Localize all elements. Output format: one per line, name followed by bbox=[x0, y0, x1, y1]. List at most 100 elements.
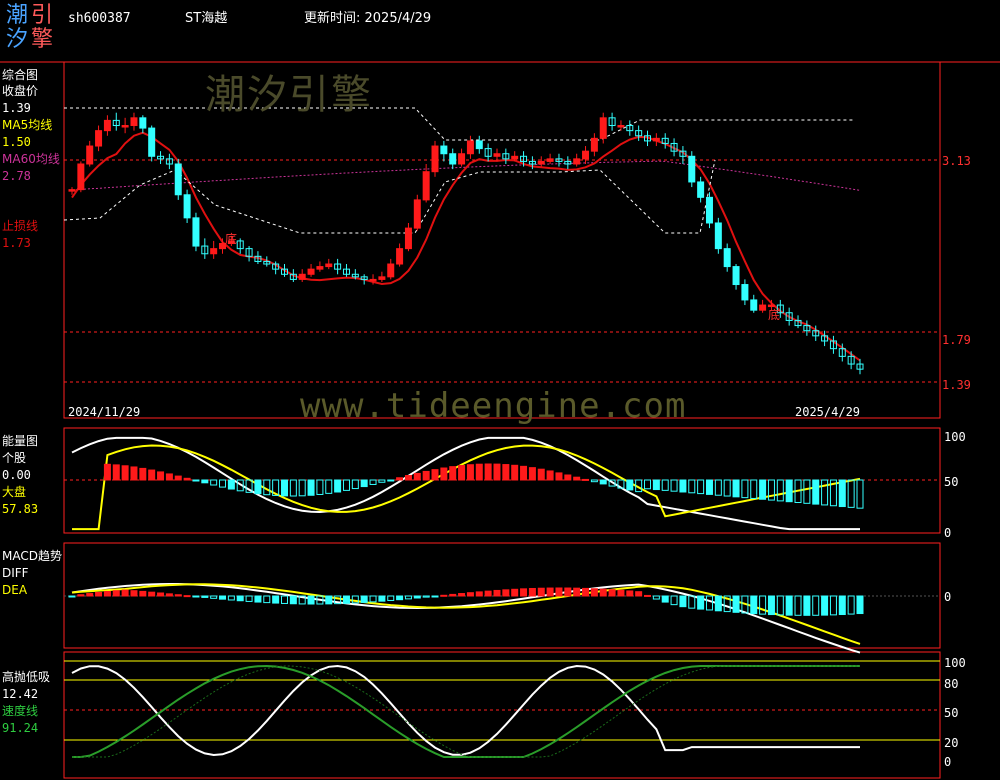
macd-bar bbox=[342, 595, 350, 604]
macd-bar bbox=[803, 595, 811, 616]
macd-bar bbox=[714, 595, 722, 612]
energy-bar bbox=[360, 479, 368, 488]
p4-tick-50: 50 bbox=[944, 706, 959, 720]
p2-tick-100: 100 bbox=[944, 430, 966, 444]
energy-bar bbox=[564, 474, 572, 481]
price-tick-1: 3.13 bbox=[942, 154, 971, 168]
candle-body bbox=[750, 299, 758, 311]
macd-bar bbox=[732, 595, 740, 613]
candle-body bbox=[688, 155, 696, 183]
macd-bar bbox=[95, 591, 103, 597]
macd-bar bbox=[812, 595, 820, 616]
market-energy-label: 大盘 bbox=[2, 485, 27, 499]
panel2-title: 能量图 bbox=[2, 434, 39, 448]
candle-body bbox=[298, 273, 306, 280]
energy-bar bbox=[325, 479, 333, 494]
candle-body bbox=[148, 127, 156, 157]
macd-bar bbox=[458, 593, 466, 597]
energy-bar bbox=[785, 479, 793, 503]
macd-bar bbox=[759, 595, 767, 615]
macd-bar bbox=[582, 587, 590, 597]
url-watermark: www.tideengine.com bbox=[300, 386, 687, 426]
speed-value: 91.24 bbox=[2, 721, 39, 735]
price-tick-3: 1.39 bbox=[942, 378, 971, 392]
macd-bar bbox=[413, 595, 421, 599]
candle-body bbox=[546, 158, 554, 162]
energy-bar bbox=[697, 479, 705, 495]
energy-bar bbox=[148, 469, 156, 481]
macd-diff-line bbox=[71, 583, 861, 654]
speed-label: 速度线 bbox=[2, 704, 39, 718]
p4-tick-0: 0 bbox=[944, 755, 952, 769]
energy-bar bbox=[227, 479, 235, 490]
energy-bar bbox=[776, 479, 784, 502]
energy-bar bbox=[493, 463, 501, 481]
macd-bar bbox=[210, 595, 218, 599]
macd-bar bbox=[280, 595, 288, 604]
candle-body bbox=[121, 125, 129, 128]
candle-body bbox=[466, 140, 474, 155]
candle-body bbox=[599, 117, 607, 139]
candle-body bbox=[210, 248, 218, 255]
macd-bar bbox=[68, 595, 76, 598]
macd-bar bbox=[679, 595, 687, 608]
energy-bar bbox=[112, 464, 120, 481]
macd-bar bbox=[670, 595, 678, 606]
macd-bar bbox=[192, 595, 200, 598]
macd-bar bbox=[794, 595, 802, 616]
candle-body bbox=[458, 153, 466, 165]
candle-body bbox=[404, 227, 412, 250]
macd-bar bbox=[697, 595, 705, 610]
energy-bar bbox=[759, 479, 767, 500]
energy-bar bbox=[750, 479, 758, 499]
macd-bar bbox=[422, 595, 430, 598]
energy-bar bbox=[130, 466, 138, 481]
energy-bar bbox=[590, 479, 598, 483]
energy-bar bbox=[520, 465, 528, 481]
macd-bar bbox=[378, 595, 386, 602]
candle-body bbox=[732, 266, 740, 286]
macd-bar bbox=[254, 595, 262, 603]
bottom-marker-1: 底 bbox=[225, 232, 238, 246]
macd-bar bbox=[121, 589, 129, 597]
diff-label: DIFF bbox=[2, 566, 29, 580]
macd-bar bbox=[219, 595, 227, 600]
macd-bar bbox=[449, 593, 457, 597]
energy-bar bbox=[183, 477, 191, 481]
macd-bar bbox=[183, 595, 191, 598]
energy-bar bbox=[582, 478, 590, 481]
candle-body bbox=[440, 145, 448, 155]
macd-bar bbox=[387, 595, 395, 601]
energy-bar bbox=[652, 479, 660, 491]
p4-tick-80: 80 bbox=[944, 677, 959, 691]
macd-bar bbox=[245, 595, 253, 602]
ma60-value: 2.78 bbox=[2, 169, 31, 183]
energy-bar bbox=[431, 469, 439, 481]
macd-bar bbox=[201, 595, 209, 598]
stock-energy-label: 个股 bbox=[2, 451, 27, 465]
energy-bar bbox=[369, 479, 377, 485]
stop-value: 1.73 bbox=[2, 236, 31, 250]
candle-body bbox=[316, 266, 324, 270]
energy-bar bbox=[280, 479, 288, 497]
ma60-label: MA60均线 bbox=[2, 152, 60, 166]
candle-body bbox=[396, 248, 404, 265]
date-start: 2024/11/29 bbox=[68, 405, 141, 419]
energy-bar bbox=[413, 472, 421, 481]
candle-body bbox=[86, 145, 94, 165]
p2-tick-0: 0 bbox=[944, 526, 952, 540]
energy-bar bbox=[298, 479, 306, 497]
energy-bar bbox=[573, 476, 581, 481]
energy-bar bbox=[334, 479, 342, 493]
energy-bar bbox=[537, 468, 545, 481]
candle-body bbox=[590, 137, 598, 152]
energy-bar bbox=[528, 467, 536, 481]
macd-bar bbox=[431, 595, 439, 598]
energy-bar bbox=[838, 479, 846, 508]
candle-body bbox=[413, 199, 421, 229]
ma5-label: MA5均线 bbox=[2, 118, 53, 132]
macd-bar bbox=[617, 589, 625, 597]
macd-bar bbox=[528, 587, 536, 597]
energy-bar bbox=[856, 479, 864, 509]
energy-bar bbox=[307, 479, 315, 496]
